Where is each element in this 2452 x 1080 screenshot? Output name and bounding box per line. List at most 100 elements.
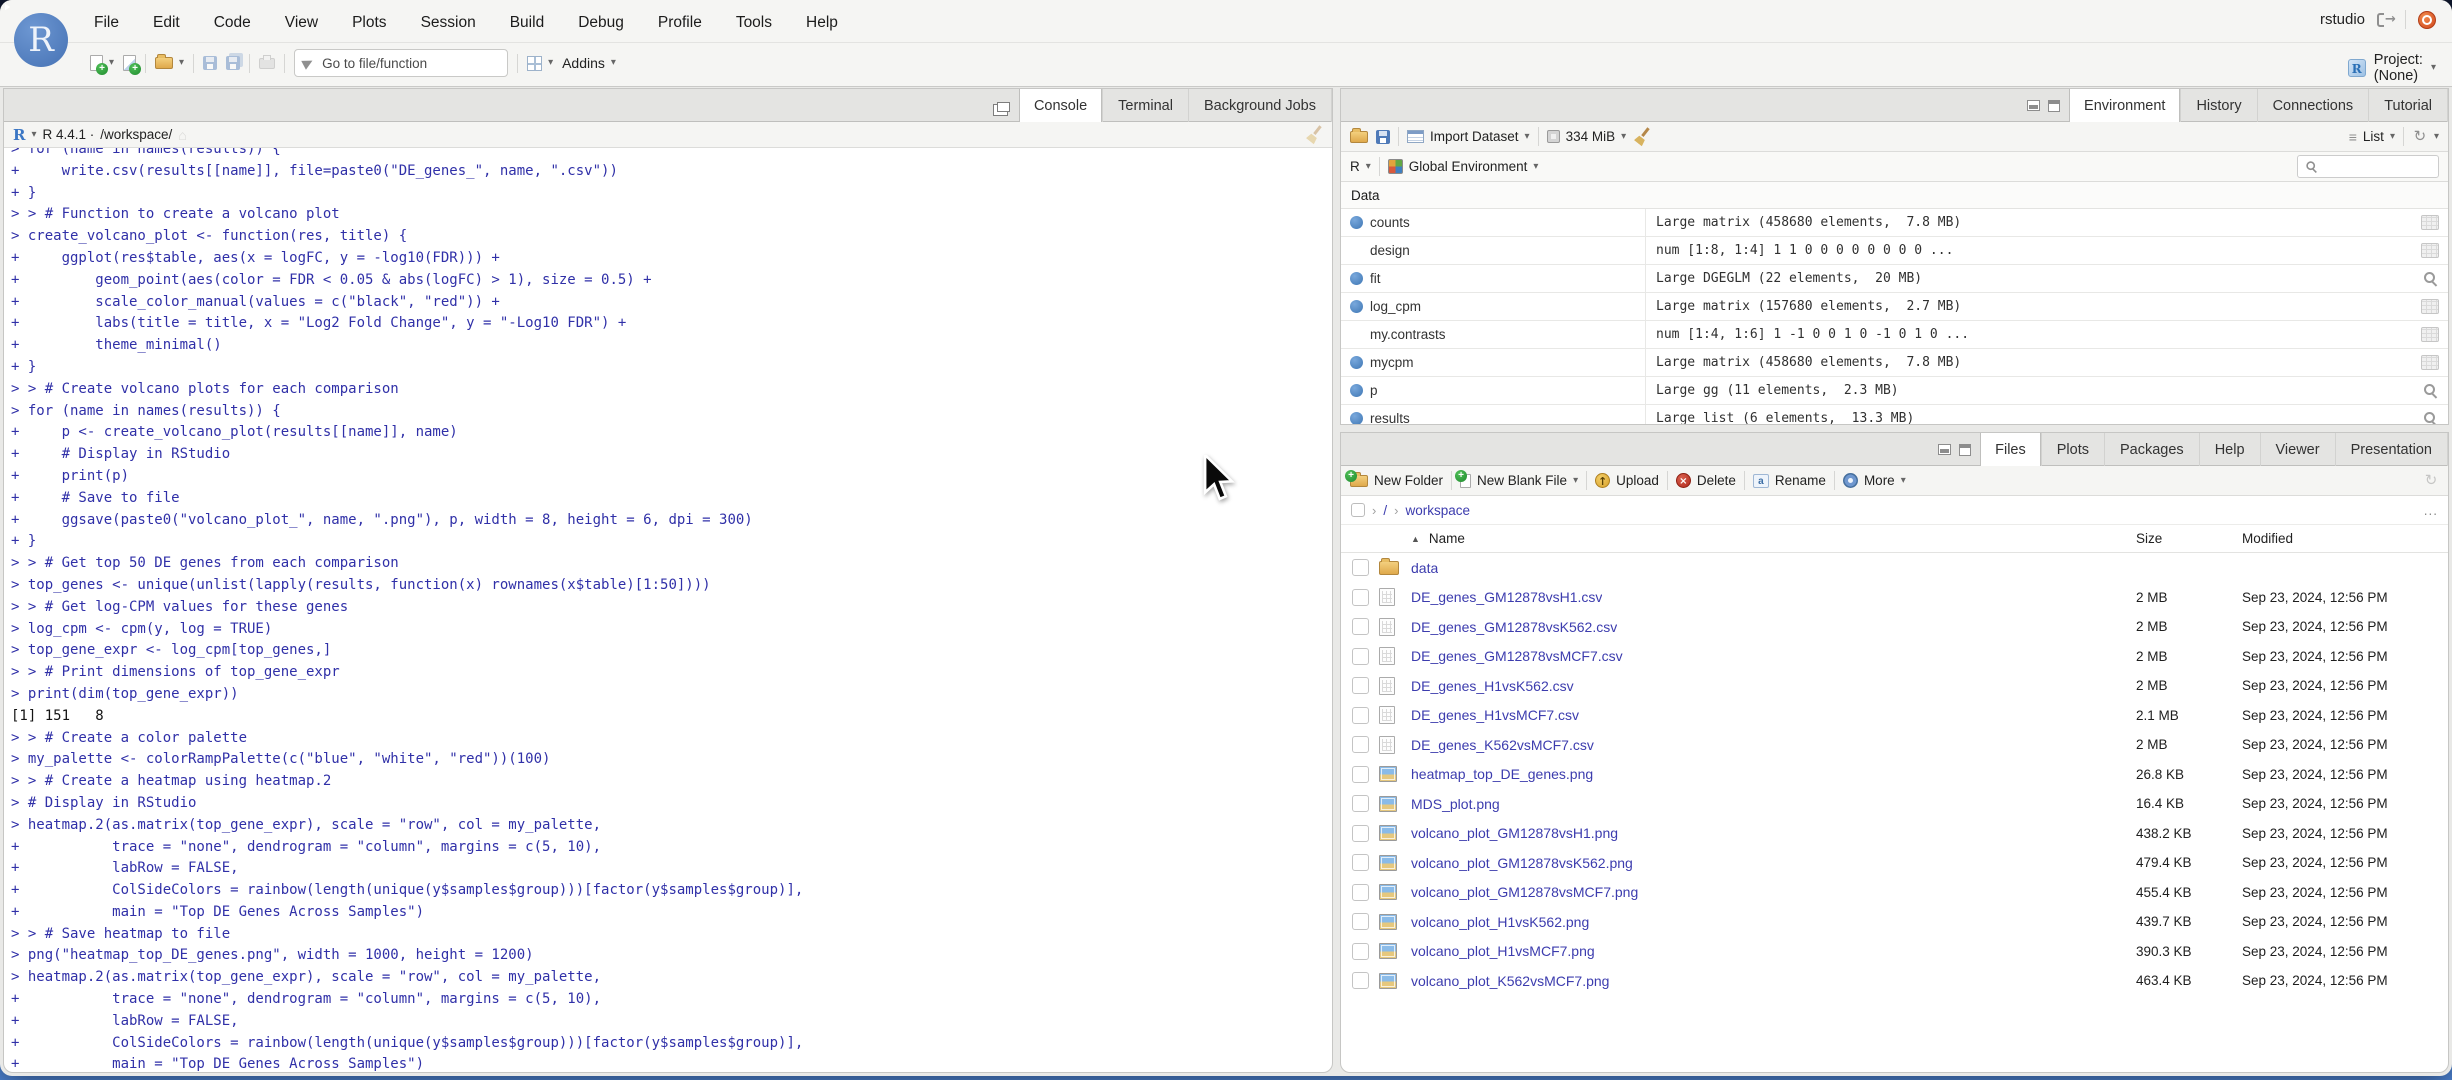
- file-row[interactable]: data: [1341, 553, 2448, 583]
- project-menu[interactable]: R Project: (None) ▾: [2347, 52, 2436, 84]
- environment-object-row[interactable]: log_cpm Large matrix (157680 elements, 2…: [1341, 293, 2448, 321]
- menu-item[interactable]: Code: [214, 14, 251, 32]
- new-project-button[interactable]: +: [123, 55, 142, 75]
- environment-search-box[interactable]: [2297, 155, 2439, 178]
- file-name-link[interactable]: DE_genes_GM12878vsMCF7.csv: [1411, 648, 1623, 664]
- file-checkbox[interactable]: [1351, 706, 1369, 724]
- file-name-link[interactable]: heatmap_top_DE_genes.png: [1411, 766, 1593, 782]
- files-tab[interactable]: Packages: [2105, 433, 2200, 466]
- file-row[interactable]: volcano_plot_K562vsMCF7.png 463.4 KB Sep…: [1341, 966, 2448, 996]
- minimize-pane-icon[interactable]: [1938, 444, 1952, 455]
- object-action-icon[interactable]: [2423, 411, 2438, 424]
- environment-tab[interactable]: Environment: [2069, 89, 2182, 122]
- goto-file-function-box[interactable]: [294, 49, 509, 77]
- file-row[interactable]: volcano_plot_H1vsK562.png 439.7 KB Sep 2…: [1341, 907, 2448, 937]
- file-checkbox[interactable]: [1351, 588, 1369, 606]
- rename-button[interactable]: a Rename: [1752, 473, 1826, 488]
- file-row[interactable]: DE_genes_H1vsK562.csv 2 MB Sep 23, 2024,…: [1341, 671, 2448, 701]
- file-row[interactable]: DE_genes_GM12878vsK562.csv 2 MB Sep 23, …: [1341, 612, 2448, 642]
- menu-item[interactable]: File: [94, 14, 119, 32]
- goto-file-function-input[interactable]: [320, 54, 500, 72]
- file-checkbox[interactable]: [1351, 795, 1369, 813]
- object-action-icon[interactable]: [2421, 355, 2439, 370]
- breadcrumb-folder[interactable]: workspace: [1405, 503, 1470, 518]
- file-row[interactable]: volcano_plot_GM12878vsMCF7.png 455.4 KB …: [1341, 878, 2448, 908]
- file-name-link[interactable]: volcano_plot_GM12878vsMCF7.png: [1411, 884, 1638, 900]
- file-name-link[interactable]: MDS_plot.png: [1411, 796, 1500, 812]
- new-folder-button[interactable]: + New Folder: [1345, 469, 1443, 488]
- new-blank-file-button[interactable]: + New Blank File ▾: [1455, 469, 1578, 488]
- file-name-link[interactable]: volcano_plot_GM12878vsH1.png: [1411, 825, 1618, 841]
- file-checkbox[interactable]: [1351, 913, 1369, 931]
- object-action-icon[interactable]: [2421, 299, 2439, 314]
- environment-object-row[interactable]: p Large gg (11 elements, 2.3 MB): [1341, 377, 2448, 405]
- maximize-pane-icon[interactable]: [2048, 99, 2061, 112]
- file-checkbox[interactable]: [1351, 972, 1369, 990]
- file-row[interactable]: DE_genes_H1vsMCF7.csv 2.1 MB Sep 23, 202…: [1341, 701, 2448, 731]
- file-row[interactable]: MDS_plot.png 16.4 KB Sep 23, 2024, 12:56…: [1341, 789, 2448, 819]
- expand-arrow-icon[interactable]: [1350, 300, 1363, 313]
- file-row[interactable]: DE_genes_GM12878vsH1.csv 2 MB Sep 23, 20…: [1341, 583, 2448, 613]
- file-row[interactable]: volcano_plot_GM12878vsH1.png 438.2 KB Se…: [1341, 819, 2448, 849]
- environment-object-row[interactable]: design num [1:8, 1:4] 1 1 0 0 0 0 0 0 0 …: [1341, 237, 2448, 265]
- load-workspace-icon[interactable]: [1350, 127, 1368, 143]
- files-tab[interactable]: Plots: [2042, 433, 2105, 466]
- file-checkbox[interactable]: [1351, 647, 1369, 665]
- file-checkbox[interactable]: [1351, 942, 1369, 960]
- file-checkbox[interactable]: [1351, 618, 1369, 636]
- addins-button[interactable]: Addins ▾: [562, 55, 616, 71]
- expand-arrow-icon[interactable]: [1350, 356, 1363, 369]
- object-action-icon[interactable]: [2423, 383, 2438, 398]
- menu-item[interactable]: Session: [421, 14, 476, 32]
- console-output[interactable]: > for (name in names(results)) {+ write.…: [4, 148, 1332, 1072]
- upload-button[interactable]: ↑ Upload: [1595, 473, 1659, 488]
- file-checkbox[interactable]: [1351, 883, 1369, 901]
- file-checkbox[interactable]: [1351, 736, 1369, 754]
- open-file-button[interactable]: ▾: [155, 54, 184, 69]
- more-button[interactable]: More ▾: [1842, 473, 1906, 488]
- environment-tab[interactable]: Connections: [2258, 89, 2370, 122]
- console-tab[interactable]: Console ×: [1018, 89, 1104, 122]
- menu-item[interactable]: View: [285, 14, 318, 32]
- environment-tab[interactable]: Tutorial: [2369, 89, 2448, 122]
- object-action-icon[interactable]: [2421, 327, 2439, 342]
- environment-object-row[interactable]: mycpm Large matrix (458680 elements, 7.8…: [1341, 349, 2448, 377]
- menu-item[interactable]: Edit: [153, 14, 180, 32]
- save-all-icon[interactable]: [226, 56, 241, 70]
- home-directory-icon[interactable]: ⌂: [178, 128, 186, 142]
- file-name-link[interactable]: volcano_plot_GM12878vsK562.png: [1411, 855, 1633, 871]
- expand-arrow-icon[interactable]: [1350, 216, 1363, 229]
- file-name-link[interactable]: volcano_plot_H1vsK562.png: [1411, 914, 1589, 930]
- new-file-button[interactable]: + ▾: [90, 55, 114, 75]
- refresh-files-icon[interactable]: ↻: [2423, 472, 2439, 489]
- save-icon[interactable]: [203, 56, 218, 70]
- maximize-pane-icon[interactable]: [996, 102, 1010, 112]
- environment-object-row[interactable]: results Large list (6 elements, 13.3 MB): [1341, 405, 2448, 424]
- import-dataset-button[interactable]: Import Dataset ▾: [1407, 129, 1530, 144]
- file-name-link[interactable]: data: [1411, 560, 1438, 576]
- file-checkbox[interactable]: [1351, 559, 1369, 577]
- memory-usage-button[interactable]: 334 MiB ▾: [1546, 129, 1626, 144]
- expand-arrow-icon[interactable]: [1350, 412, 1363, 424]
- environment-selector[interactable]: Global Environment ▾: [1387, 159, 1538, 174]
- files-tab[interactable]: Files: [1980, 433, 2042, 466]
- console-tab[interactable]: Background Jobs ×: [1189, 89, 1332, 122]
- file-checkbox[interactable]: [1351, 677, 1369, 695]
- environment-search-input[interactable]: [2324, 158, 2432, 175]
- print-icon[interactable]: [259, 54, 276, 69]
- chevron-down-icon[interactable]: ▾: [31, 129, 36, 140]
- file-checkbox[interactable]: [1351, 854, 1369, 872]
- column-header-name[interactable]: ▲ Name: [1411, 531, 2136, 546]
- menu-item[interactable]: Build: [510, 14, 544, 32]
- environment-object-row[interactable]: fit Large DGEGLM (22 elements, 20 MB): [1341, 265, 2448, 293]
- object-action-icon[interactable]: [2421, 215, 2439, 230]
- environment-object-row[interactable]: my.contrasts num [1:4, 1:6] 1 -1 0 0 1 0…: [1341, 321, 2448, 349]
- file-checkbox[interactable]: [1351, 824, 1369, 842]
- environment-object-row[interactable]: counts Large matrix (458680 elements, 7.…: [1341, 209, 2448, 237]
- power-quit-icon[interactable]: [2418, 10, 2436, 29]
- expand-arrow-icon[interactable]: [1350, 272, 1363, 285]
- file-row[interactable]: heatmap_top_DE_genes.png 26.8 KB Sep 23,…: [1341, 760, 2448, 790]
- save-workspace-icon[interactable]: [1376, 129, 1390, 144]
- file-row[interactable]: DE_genes_K562vsMCF7.csv 2 MB Sep 23, 202…: [1341, 730, 2448, 760]
- column-header-size[interactable]: Size: [2136, 531, 2242, 546]
